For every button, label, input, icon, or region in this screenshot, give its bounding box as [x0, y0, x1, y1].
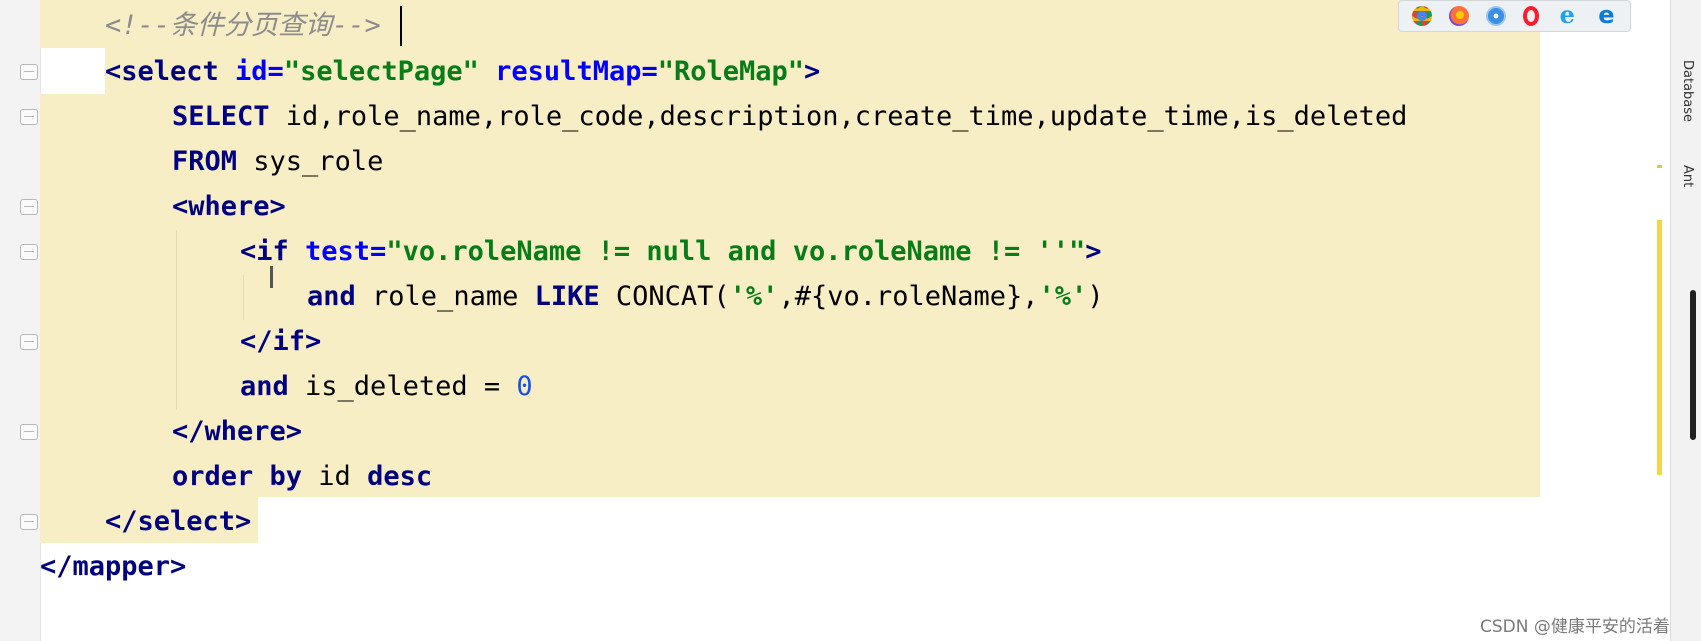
fold-marker-if-end[interactable] [20, 334, 38, 350]
code-token: id [302, 461, 368, 492]
fold-marker-if[interactable] [20, 244, 38, 260]
code-token: '%' [729, 281, 779, 312]
code-line-order-by[interactable]: order by id desc [172, 453, 432, 501]
tool-tab-ant[interactable]: Ant [1675, 165, 1695, 187]
code-token: "selectPage" [283, 56, 479, 87]
fold-marker-where-end[interactable] [20, 424, 38, 440]
ie-icon[interactable]: e [1556, 3, 1578, 27]
code-line-comment[interactable]: <!--条件分页查询--> [105, 2, 381, 50]
opera-icon[interactable] [1523, 6, 1540, 26]
code-token: FROM [172, 146, 238, 177]
editor-gutter[interactable] [0, 0, 41, 641]
chrome-icon[interactable] [1411, 6, 1432, 26]
code-token: is_deleted = [288, 371, 517, 402]
code-editor[interactable]: <!--条件分页查询--> <select id="selectPage" re… [0, 0, 1701, 641]
vertical-scrollbar[interactable] [1690, 290, 1696, 440]
code-line-from[interactable]: FROM sys_role [172, 138, 383, 186]
code-token: > [804, 56, 821, 87]
code-token: "RoleMap" [657, 56, 805, 87]
code-token: > [1085, 236, 1102, 267]
code-token: <!--条件分页查询--> [105, 10, 381, 41]
right-tool-window-bar: Database Ant [1670, 0, 1701, 641]
code-token: ,#{vo.roleName}, [778, 281, 1039, 312]
code-line-where-close[interactable]: </where> [172, 408, 302, 456]
fold-marker-select[interactable] [20, 64, 38, 80]
mouse-ibeam-cursor [270, 266, 273, 288]
code-token: </select> [105, 506, 252, 537]
code-token: desc [367, 461, 433, 492]
code-token: 0 [516, 371, 533, 402]
scroll-marker-highlight [1657, 220, 1662, 475]
code-token: '%' [1038, 281, 1088, 312]
code-token: <if [240, 236, 306, 267]
fold-marker-select-end[interactable] [20, 514, 38, 530]
fold-marker-sql[interactable] [20, 109, 38, 125]
code-token: </if> [240, 326, 322, 357]
code-token: <where> [172, 191, 286, 222]
code-token: and [307, 281, 356, 312]
code-token: </where> [172, 416, 303, 447]
code-line-where-open[interactable]: <where> [172, 183, 286, 231]
code-token: </mapper> [40, 551, 187, 582]
code-line-is-deleted[interactable]: and is_deleted = 0 [240, 363, 533, 411]
watermark: CSDN @健康平安的活着 [1480, 617, 1670, 637]
code-line-mapper-close[interactable]: </mapper> [40, 543, 186, 591]
code-token: LIKE [534, 281, 600, 312]
code-line-select-open[interactable]: <select id="selectPage" resultMap="RoleM… [105, 48, 820, 96]
code-token: SELECT [172, 101, 270, 132]
code-token: order by [172, 461, 303, 492]
code-token: id,role_name,role_code,description,creat… [269, 101, 1408, 132]
fold-marker-where[interactable] [20, 199, 38, 215]
firefox-icon[interactable] [1448, 6, 1469, 26]
code-token: "vo.roleName != null and vo.roleName != … [386, 236, 1086, 267]
code-token: and [240, 371, 289, 402]
code-token: <select [105, 56, 236, 87]
scroll-marker [1657, 165, 1662, 168]
browser-preview-bar: e e [1398, 0, 1631, 32]
tool-tab-database[interactable]: Database [1675, 60, 1695, 122]
code-token: resultMap= [478, 56, 658, 87]
code-line-select-close[interactable]: </select> [105, 498, 251, 546]
code-token: CONCAT( [599, 281, 730, 312]
text-caret [400, 6, 402, 46]
indent-guide [243, 275, 244, 320]
code-line-if-open[interactable]: <if test="vo.roleName != null and vo.rol… [240, 228, 1102, 276]
code-line-like-clause[interactable]: and role_name LIKE CONCAT('%',#{vo.roleN… [307, 273, 1104, 321]
safari-icon[interactable] [1485, 6, 1506, 26]
edge-icon[interactable]: e [1595, 3, 1617, 27]
code-token: test= [305, 236, 387, 267]
code-line-if-close[interactable]: </if> [240, 318, 321, 366]
code-token: id= [235, 56, 284, 87]
code-token: sys_role [237, 146, 384, 177]
code-token: ) [1087, 281, 1104, 312]
indent-guide [176, 230, 177, 410]
code-line-select-columns[interactable]: SELECT id,role_name,role_code,descriptio… [172, 93, 1407, 141]
code-token: role_name [355, 281, 535, 312]
